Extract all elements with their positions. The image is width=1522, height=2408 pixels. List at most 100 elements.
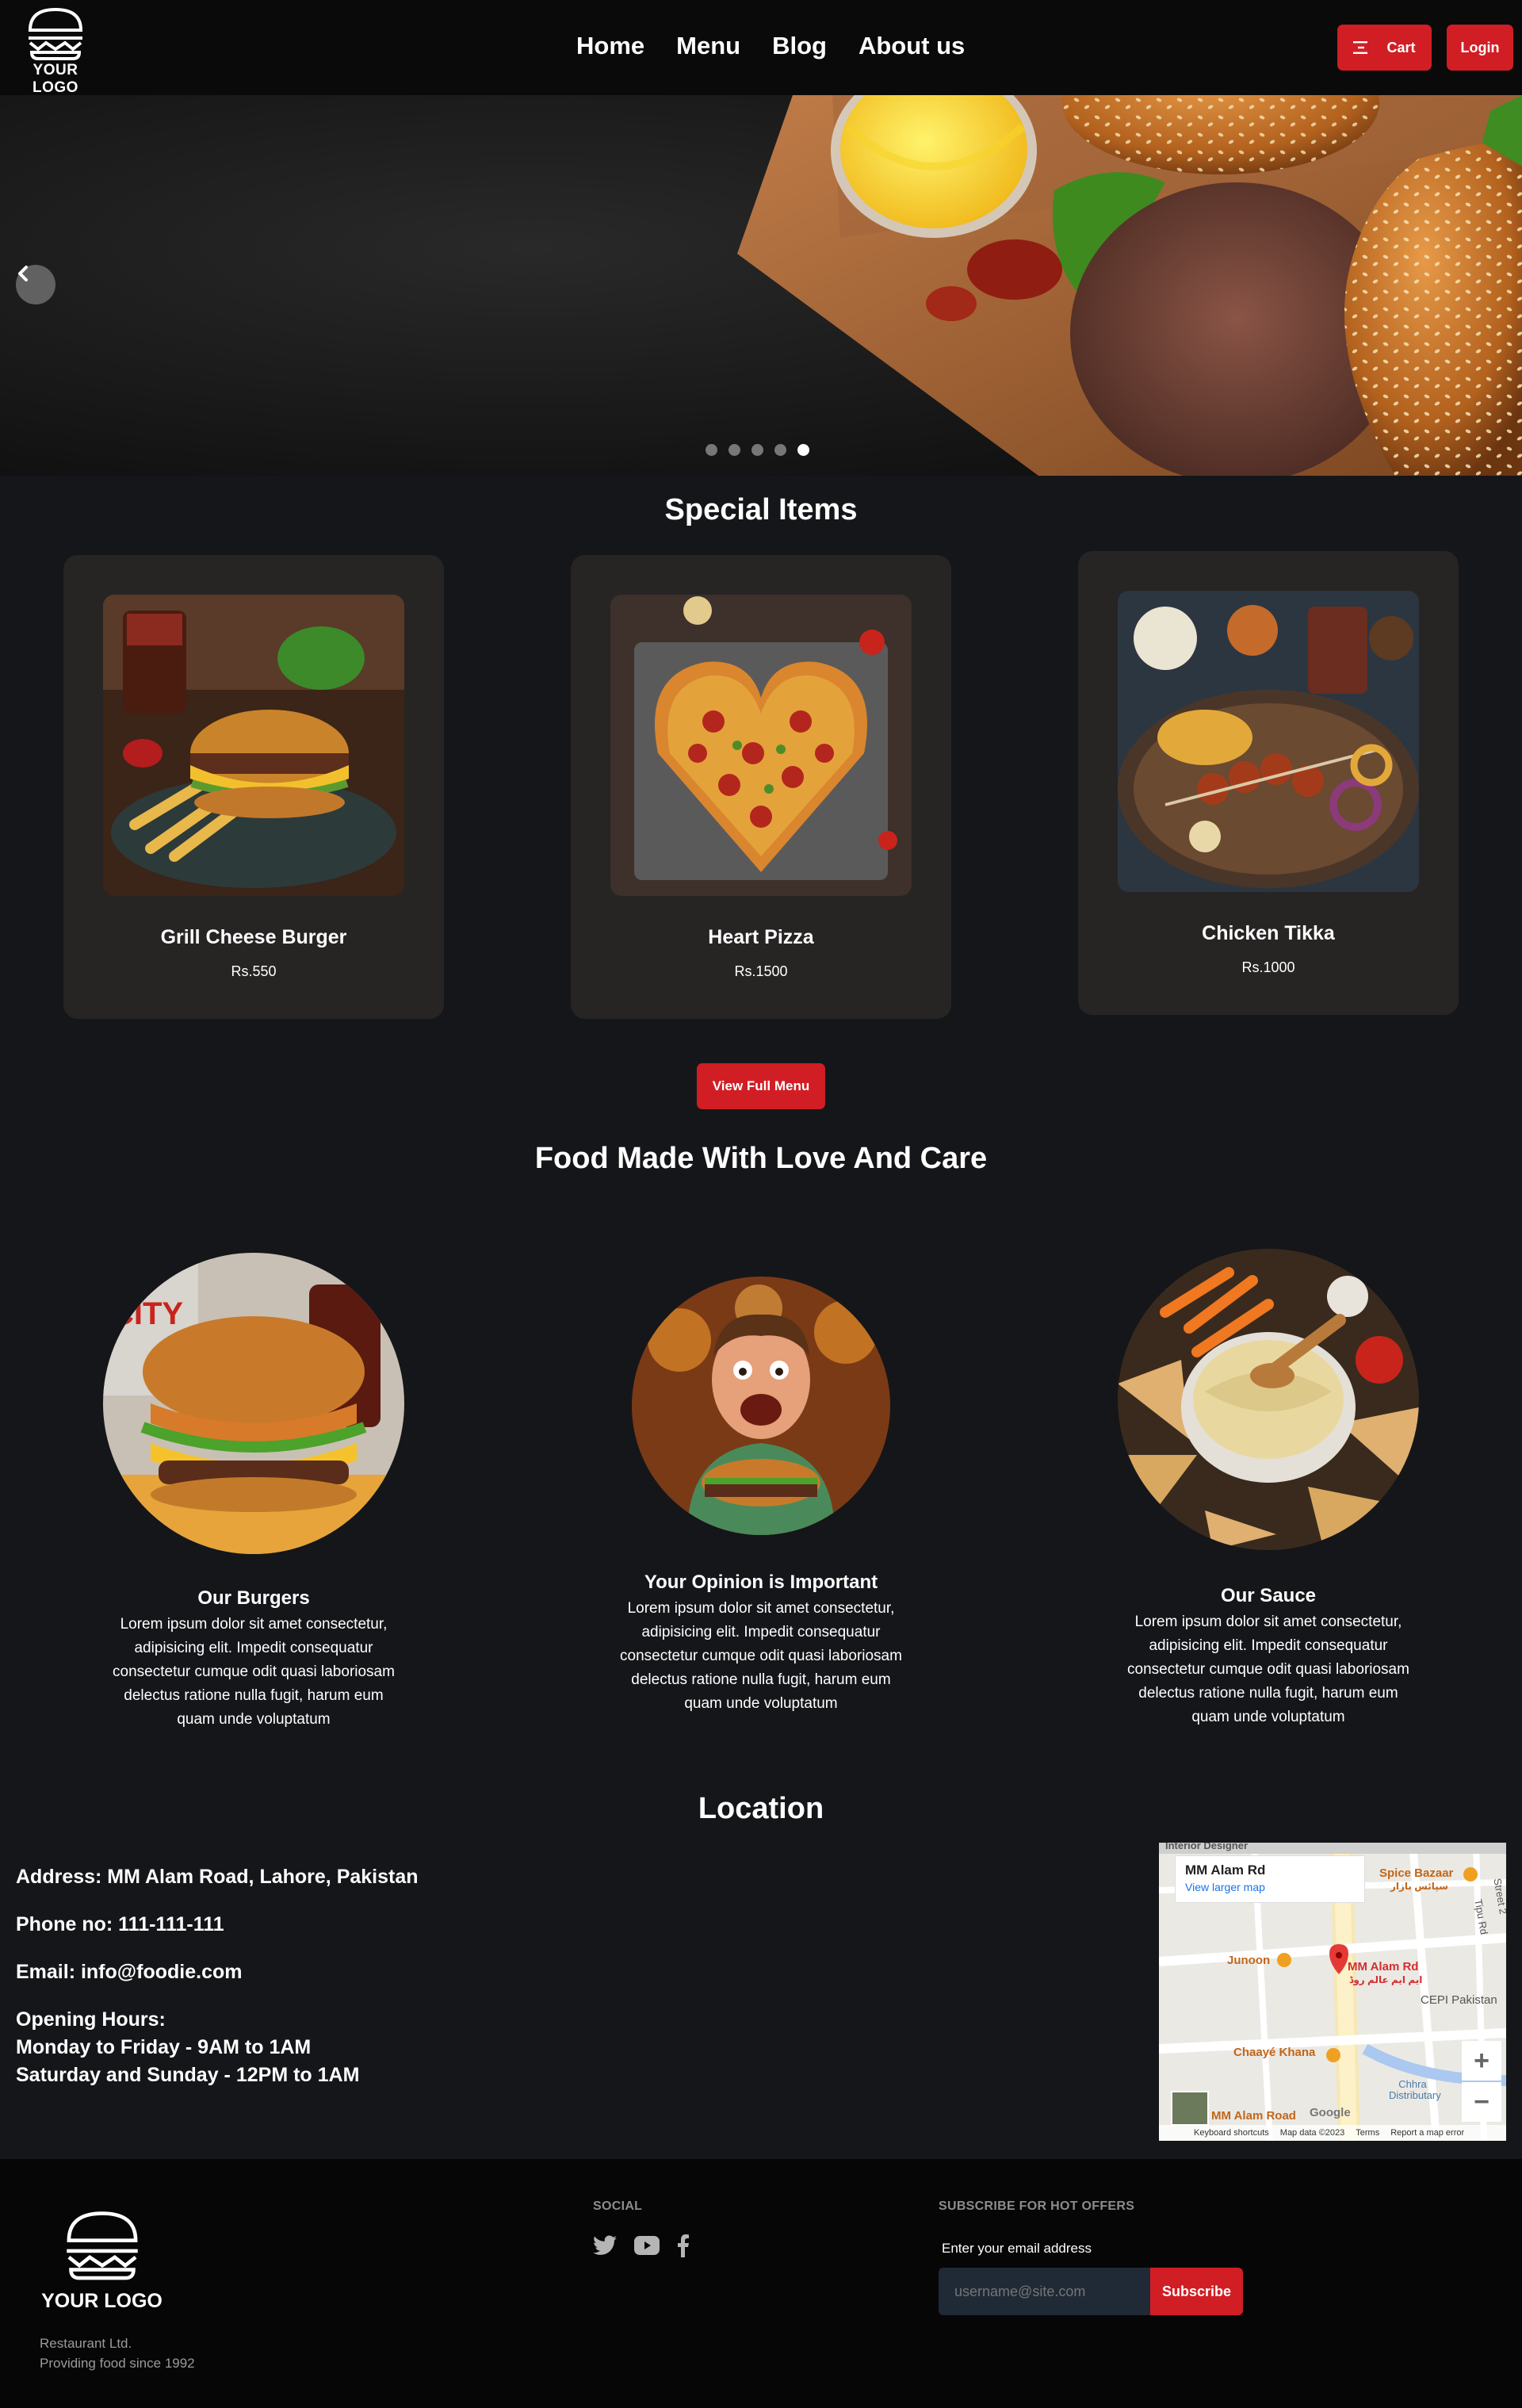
hero-burger-image [0,95,1522,476]
main-nav: Home Menu Blog About us [576,32,965,60]
map-label: CEPI Pakistan [1421,1993,1497,2007]
map-place-title: MM Alam Rd [1185,1862,1266,1878]
chevron-left-icon [18,266,28,281]
map-zoom-out-button[interactable]: − [1462,2082,1501,2122]
carousel-dot[interactable] [728,444,740,456]
chicken-tikka-image [1118,591,1419,892]
terms-link[interactable]: Terms [1356,2128,1379,2138]
carousel-dot[interactable] [774,444,786,456]
phone-text: Phone no: 111-111-111 [16,1913,224,1935]
map-label: ایم ایم عالم روڈ [1349,1974,1423,1985]
twitter-icon[interactable] [593,2235,617,2256]
description-line: consectetur cumque odit quasi laboriosam [1127,1661,1409,1678]
description-line: adipisicing elit. Impedit consequatur [1149,1637,1388,1654]
login-button[interactable]: Login [1447,25,1513,71]
map-label: Chaayé Khana [1233,2046,1316,2059]
nav-about-link[interactable]: About us [859,32,965,60]
youtube-icon[interactable] [634,2236,660,2255]
footer-logo-text: YOUR LOGO [41,2290,163,2312]
cart-label: Cart [1386,39,1416,56]
view-larger-map-link[interactable]: View larger map [1185,1881,1355,1893]
special-card[interactable]: Grill Cheese Burger Rs.550 [63,555,444,1019]
feature-burgers: CITY Our Burgers Lorem ipsum dolor sit a… [103,1253,404,1732]
special-card[interactable]: Chicken Tikka Rs.1000 [1078,551,1459,1015]
email-text: Email: info@foodie.com [16,1961,243,1983]
location-map[interactable]: Interior Designer MM Alam Rd View larger… [1159,1843,1506,2141]
carousel-dot[interactable] [706,444,717,456]
burger-photo: CITY [103,1253,404,1554]
burger-image [103,595,404,896]
feature-title: Our Sauce [1220,1585,1317,1606]
cart-button[interactable]: Cart [1337,25,1432,71]
nav-menu-link[interactable]: Menu [676,32,740,60]
map-label: Interior Designer [1165,1843,1249,1851]
description-line: Lorem ipsum dolor sit amet consectetur, [120,1616,388,1633]
subscribe-email-input[interactable] [939,2268,1150,2315]
svg-text:CITY: CITY [111,1296,183,1331]
feature-sauce: Our Sauce Lorem ipsum dolor sit amet con… [1118,1249,1419,1729]
feature-opinion: Your Opinion is Important Lorem ipsum do… [610,1277,912,1716]
logo-text: YOUR LOGO [33,62,78,96]
hours-heading: Opening Hours: [16,2008,166,2031]
carousel-dot-active[interactable] [797,444,809,456]
description-line: delectus ratione nulla fugit, harum eum [631,1671,891,1688]
description-line: adipisicing elit. Impedit consequatur [134,1640,373,1656]
social-links [593,2234,690,2257]
footer-logo[interactable]: YOUR LOGO [36,2208,167,2313]
description-line: quam unde voluptatum [684,1695,838,1712]
description-line: consectetur cumque odit quasi laboriosam [620,1648,902,1664]
company-tagline: Providing food since 1992 [40,2356,195,2371]
feature-description: Lorem ipsum dolor sit amet consectetur, … [610,1597,912,1716]
feature-title: Your Opinion is Important [644,1572,878,1593]
menu-lines-icon [1353,41,1368,54]
subscribe-button[interactable]: Subscribe [1150,2268,1243,2315]
hours-weekend: Saturday and Sunday - 12PM to 1AM [16,2064,360,2086]
item-price: Rs.550 [231,963,277,979]
description-line: delectus ratione nulla fugit, harum eum [124,1687,384,1704]
address-text: Address: MM Alam Road, Lahore, Pakistan [16,1866,419,1888]
hours-weekday: Monday to Friday - 9AM to 1AM [16,2036,312,2058]
description-line: Lorem ipsum dolor sit amet consectetur, [1134,1614,1402,1630]
nav-home-link[interactable]: Home [576,32,644,60]
subscribe-heading: SUBSCRIBE FOR HOT OFFERS [939,2199,1135,2213]
burger-logo-icon [66,2211,138,2280]
social-heading: SOCIAL [593,2199,643,2213]
map-label: Chhra Distributary [1389,2078,1441,2101]
view-full-menu-button[interactable]: View Full Menu [697,1063,825,1109]
burger-logo-icon [28,7,83,60]
description-line: consectetur cumque odit quasi laboriosam [113,1663,395,1680]
google-logo: Google [1310,2106,1351,2119]
report-error-link[interactable]: Report a map error [1390,2128,1464,2138]
carousel-dot[interactable] [751,444,763,456]
carousel-prev-button[interactable] [16,265,55,304]
description-line: delectus ratione nulla fugit, harum eum [1138,1685,1398,1702]
special-items-title: Special Items [664,493,858,526]
pizza-image [610,595,912,896]
logo[interactable]: YOUR LOGO [10,6,101,97]
features-title: Food Made With Love And Care [534,1142,988,1175]
company-info: Restaurant Ltd. Providing food since 199… [40,2333,195,2373]
navbar: YOUR LOGO Home Menu Blog About us Cart L… [0,0,1522,97]
facebook-icon[interactable] [677,2234,690,2257]
item-price: Rs.1500 [734,963,788,979]
location-title: Location [698,1792,824,1825]
description-line: Lorem ipsum dolor sit amet consectetur, [627,1600,895,1617]
feature-description: Lorem ipsum dolor sit amet consectetur, … [1118,1610,1419,1729]
happy-customer-photo [632,1277,890,1535]
hero-carousel [0,95,1522,476]
map-label: Spice Bazaar [1379,1866,1454,1880]
keyboard-shortcuts-link[interactable]: Keyboard shortcuts [1194,2128,1269,2138]
sauce-photo [1118,1249,1419,1550]
map-label: MM Alam Rd [1348,1960,1419,1973]
special-card[interactable]: Heart Pizza Rs.1500 [571,555,951,1019]
company-name: Restaurant Ltd. [40,2336,132,2351]
description-line: adipisicing elit. Impedit consequatur [641,1624,881,1640]
nav-blog-link[interactable]: Blog [772,32,827,60]
map-zoom-in-button[interactable]: + [1462,2041,1501,2081]
map-attribution: Keyboard shortcuts Map data ©2023 Terms … [1159,2125,1506,2141]
map-place-card: MM Alam Rd View larger map [1175,1855,1365,1903]
map-data-text: Map data ©2023 [1279,2128,1345,2138]
map-label: Junoon [1227,1954,1271,1967]
description-line: quam unde voluptatum [1191,1709,1345,1725]
email-label: Enter your email address [942,2241,1092,2256]
